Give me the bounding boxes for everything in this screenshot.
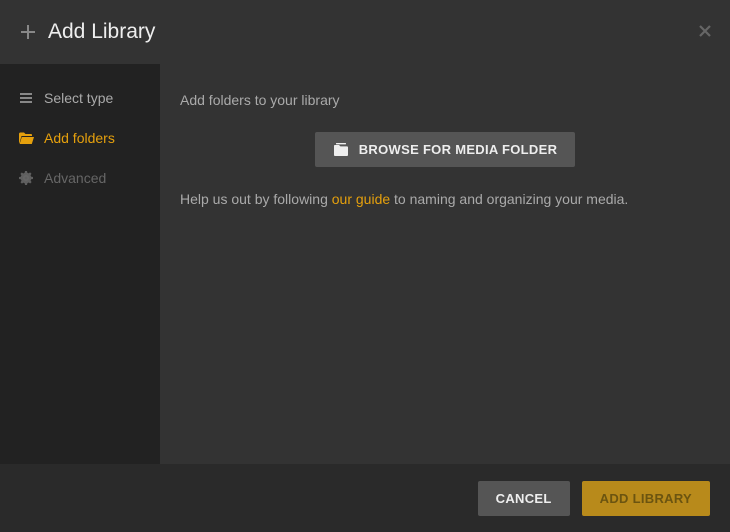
dialog-header: Add Library bbox=[0, 0, 730, 64]
sidebar-item-add-folders[interactable]: Add folders bbox=[0, 118, 160, 158]
close-icon[interactable] bbox=[698, 24, 712, 38]
sidebar-item-label: Select type bbox=[44, 90, 113, 106]
sidebar: Select type Add folders Advanced bbox=[0, 64, 160, 464]
gear-icon bbox=[18, 171, 34, 185]
cancel-button[interactable]: CANCEL bbox=[478, 481, 570, 516]
instruction-text: Add folders to your library bbox=[180, 92, 710, 108]
sidebar-item-label: Advanced bbox=[44, 170, 106, 186]
browse-row: BROWSE FOR MEDIA FOLDER bbox=[180, 132, 710, 167]
help-text: Help us out by following our guide to na… bbox=[180, 191, 710, 207]
plus-icon bbox=[20, 24, 36, 40]
folder-browse-icon bbox=[333, 143, 349, 157]
sidebar-item-advanced: Advanced bbox=[0, 158, 160, 198]
dialog-title: Add Library bbox=[48, 20, 155, 44]
add-library-button[interactable]: ADD LIBRARY bbox=[582, 481, 710, 516]
browse-button-label: BROWSE FOR MEDIA FOLDER bbox=[359, 142, 558, 157]
sidebar-item-label: Add folders bbox=[44, 130, 115, 146]
dialog-title-wrap: Add Library bbox=[20, 20, 155, 44]
help-suffix: to naming and organizing your media. bbox=[390, 191, 628, 207]
main-panel: Add folders to your library BROWSE FOR M… bbox=[160, 64, 730, 464]
help-prefix: Help us out by following bbox=[180, 191, 332, 207]
folder-open-icon bbox=[18, 132, 34, 145]
help-link[interactable]: our guide bbox=[332, 191, 390, 207]
dialog-body: Select type Add folders Advanced Add fol… bbox=[0, 64, 730, 464]
list-icon bbox=[18, 91, 34, 105]
sidebar-item-select-type[interactable]: Select type bbox=[0, 78, 160, 118]
dialog-footer: CANCEL ADD LIBRARY bbox=[0, 464, 730, 532]
browse-button[interactable]: BROWSE FOR MEDIA FOLDER bbox=[315, 132, 576, 167]
